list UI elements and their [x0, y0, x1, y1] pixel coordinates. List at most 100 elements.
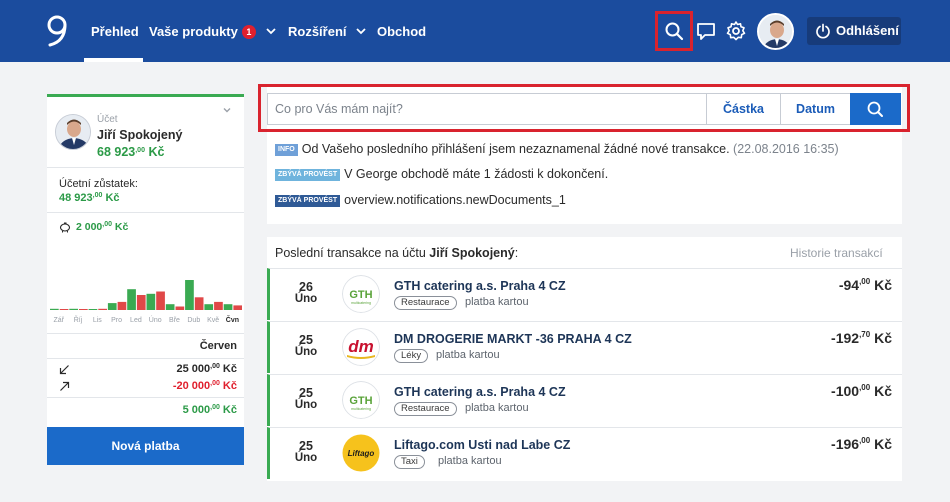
chart-month-label[interactable]: Úno [149, 315, 162, 324]
notification-item[interactable]: ZBÝVÁ PROVÉST V George obchodě máte 1 žád… [275, 166, 608, 182]
chart-bar [156, 291, 165, 310]
incoming-arrow-icon [59, 365, 69, 375]
payment-method: platba kartou [438, 455, 502, 467]
transaction-row[interactable]: 25 Úno dm DM DROGERIE MARKT -36 PRAHA 4 … [267, 321, 902, 373]
chat-icon[interactable] [694, 19, 718, 43]
chart-bar [117, 301, 127, 310]
nav-extensions[interactable]: Rozšíření [288, 22, 366, 42]
net-value: 5 000,00 Kč [182, 404, 237, 416]
account-holder-name: Jiří Spokojený [97, 128, 183, 142]
chart-month-label[interactable]: Bře [169, 317, 180, 324]
transaction-day: 25 [299, 333, 313, 347]
chart-bar [214, 301, 223, 310]
outgoing-arrow-icon [60, 381, 70, 391]
divider [47, 397, 244, 398]
income-value: 25 000,00 Kč [176, 363, 237, 375]
account-avatar [55, 114, 91, 150]
monthly-balance-chart: Zář Říj Lis Pro Led Úno Bře Dub Kvě Čvn [50, 280, 242, 324]
nav-overview-label: Přehled [91, 24, 139, 39]
category-pill[interactable]: Restaurace [394, 402, 457, 416]
george-logo-icon[interactable] [44, 14, 72, 48]
notification-item: INFO Od Vašeho posledního přihlášení jsem… [275, 141, 839, 157]
nav-shop-label: Obchod [377, 24, 427, 39]
chart-month-label[interactable]: Kvě [207, 317, 219, 324]
products-count-badge: 1 [241, 25, 256, 39]
chart-month-label[interactable]: Pro [111, 317, 122, 324]
gth-merchant-logo-icon: GTH multicatering [342, 381, 380, 419]
piggy-bank-icon [59, 222, 71, 233]
notification-timestamp: (22.08.2016 16:35) [729, 142, 839, 156]
selected-month-label: Červen [199, 340, 237, 352]
nav-shop[interactable]: Obchod [377, 22, 426, 42]
top-navigation-bar: Přehled Vaše produkty1 Rozšíření Obchod [0, 0, 950, 62]
user-avatar[interactable] [757, 13, 794, 50]
category-pill[interactable]: Taxi [394, 455, 425, 469]
new-payment-button[interactable]: Nová platba [47, 427, 244, 465]
account-available-amount: 68 923,00 Kč [97, 145, 165, 159]
balance-label: Účetní zůstatek: [59, 178, 138, 190]
merchant-name: DM DROGERIE MARKT -36 PRAHA 4 CZ [394, 332, 632, 346]
transaction-amount: -192,70 Kč [831, 330, 892, 346]
svg-text:Liftago: Liftago [348, 449, 375, 458]
logout-button[interactable]: Odhlášení [807, 17, 901, 45]
transaction-month: Úno [294, 293, 318, 305]
divider [47, 167, 244, 168]
chart-bar [59, 309, 69, 310]
transaction-row[interactable]: 25 Úno Liftago Liftago.com Usti nad Labe… [267, 427, 902, 479]
search-icon-highlight [655, 11, 693, 51]
transaction-amount: -100,00 Kč [831, 383, 892, 399]
chart-bar [88, 309, 98, 310]
chart-month-label[interactable]: Led [130, 317, 142, 324]
chart-month-label[interactable]: Říj [74, 315, 83, 324]
chart-month-label[interactable]: Lis [93, 317, 102, 324]
nav-active-indicator [84, 58, 143, 62]
chart-month-label[interactable]: Dub [187, 317, 200, 324]
transaction-month: Úno [294, 399, 318, 411]
transaction-row[interactable]: 26 Úno GTH multicatering GTH catering a.s… [267, 268, 902, 320]
svg-text:dm: dm [348, 337, 374, 356]
gear-icon[interactable] [724, 19, 748, 43]
chart-bar [107, 303, 117, 310]
chevron-down-icon [356, 28, 366, 35]
transaction-row[interactable]: 25 Úno GTH multicatering GTH catering a.s… [267, 374, 902, 426]
notification-item[interactable]: ZBÝVÁ PROVÉST overview.notifications.newD… [275, 192, 566, 208]
payment-method: platba kartou [436, 349, 500, 361]
chart-bar [50, 308, 59, 310]
svg-text:multicatering: multicatering [351, 407, 371, 411]
gth-merchant-logo-icon: GTH multicatering [342, 275, 380, 313]
balance-value: 48 923,00 Kč [59, 192, 120, 204]
payment-method: platba kartou [465, 402, 529, 414]
power-icon [816, 23, 830, 39]
chart-bar [223, 304, 233, 310]
expense-value: -20 000,00 Kč [172, 380, 237, 392]
svg-text:GTH: GTH [349, 289, 372, 301]
transaction-day: 25 [299, 439, 313, 453]
account-card: Účet Jiří Spokojený 68 923,00 Kč Účetní … [47, 94, 244, 464]
transaction-history-link[interactable]: Historie transakcí [790, 246, 883, 260]
category-pill[interactable]: Léky [394, 349, 429, 363]
nav-products[interactable]: Vaše produkty 1 [149, 22, 276, 42]
transactions-heading: Poslední transakce na účtu Jiří Spokojen… [275, 246, 519, 260]
svg-text:multicatering: multicatering [351, 301, 371, 305]
merchant-name: GTH catering a.s. Praha 4 CZ [394, 279, 566, 293]
new-payment-label: Nová platba [111, 439, 180, 453]
merchant-name: Liftago.com Usti nad Labe CZ [394, 438, 571, 452]
notification-text: V George obchodě máte 1 žádosti k dokonč… [344, 167, 609, 181]
chevron-down-icon [265, 28, 276, 35]
transaction-day: 26 [299, 280, 313, 294]
chart-month-label[interactable]: Zář [53, 317, 64, 324]
chart-bar [233, 305, 242, 310]
merchant-name: GTH catering a.s. Praha 4 CZ [394, 385, 566, 399]
chart-month-label[interactable]: Čvn [226, 315, 239, 324]
notification-text: overview.notifications.newDocuments_1 [344, 193, 566, 207]
payment-method: platba kartou [465, 296, 529, 308]
savings-value: 2 000,00 Kč [76, 221, 129, 233]
svg-text:GTH: GTH [349, 395, 372, 407]
account-switch-chevron-icon[interactable] [222, 105, 232, 115]
nav-overview[interactable]: Přehled [91, 22, 139, 42]
divider [47, 358, 244, 359]
search-bar-highlight [258, 84, 910, 132]
category-pill[interactable]: Restaurace [394, 296, 457, 310]
nav-products-label: Vaše produkty [149, 24, 238, 39]
chart-bar [136, 295, 146, 310]
